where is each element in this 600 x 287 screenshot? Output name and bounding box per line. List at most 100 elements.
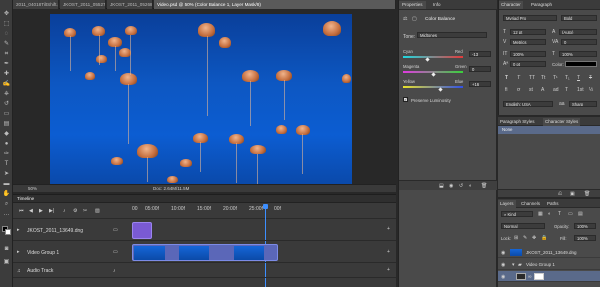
visibility-eye-icon[interactable]: ◉: [501, 274, 505, 280]
doc-tab[interactable]: JKOST_2011_05268.psd: [107, 0, 153, 9]
old-style-icon[interactable]: ơ: [517, 87, 520, 93]
lock-position-icon[interactable]: ✥: [532, 235, 536, 241]
type-tool-icon[interactable]: T: [2, 160, 11, 168]
all-caps-icon[interactable]: TT: [529, 75, 535, 81]
tracking-select[interactable]: 0: [561, 39, 597, 45]
font-size-select[interactable]: 12 pt: [510, 29, 546, 35]
layer-row[interactable]: ◉ JKOST_2011_13649.dng: [498, 247, 600, 258]
faux-bold-icon[interactable]: T: [505, 75, 508, 81]
layer-name[interactable]: Video Group 1: [526, 259, 555, 270]
lock-brush-icon[interactable]: ✎: [523, 235, 527, 241]
zoom-tool-icon[interactable]: ⌕: [2, 200, 11, 208]
doc-tab[interactable]: 2011_04018TiltShift.psd: [13, 0, 59, 9]
track-label[interactable]: Audio Track: [27, 268, 53, 274]
blend-mode-select[interactable]: Normal: [501, 223, 545, 229]
tab-character-styles[interactable]: Character Styles: [543, 118, 581, 126]
video-clip[interactable]: [132, 244, 278, 261]
layer-name[interactable]: JKOST_2011_13649.dng: [526, 247, 576, 258]
zoom-level[interactable]: 50%: [28, 185, 37, 193]
track-label[interactable]: Video Group 1: [27, 250, 59, 256]
hand-tool-icon[interactable]: ✋: [2, 190, 11, 198]
add-audio-icon[interactable]: +: [387, 267, 390, 273]
ordinals-icon[interactable]: T: [565, 87, 568, 93]
time-ruler[interactable]: 00 05:00f 10:00f 15:00f 20:00f 25:00f 00…: [131, 204, 396, 287]
doc-tab[interactable]: JKOST_2011_05527iris.psd: [60, 0, 106, 9]
settings-icon[interactable]: ⚙: [73, 208, 77, 214]
small-caps-icon[interactable]: Tt: [541, 75, 545, 81]
film-icon[interactable]: ▭: [113, 249, 118, 255]
quick-select-tool-icon[interactable]: ✎: [2, 40, 11, 48]
filter-type-icon[interactable]: T: [558, 211, 561, 217]
quick-mask-icon[interactable]: ◙: [2, 245, 11, 253]
canvas-area[interactable]: [13, 9, 396, 187]
transition-icon[interactable]: ▨: [95, 208, 100, 214]
stamp-tool-icon[interactable]: ⎈: [2, 90, 11, 98]
audio-icon[interactable]: ♪: [63, 208, 66, 214]
layer-filter-select[interactable]: ⌕ Kind: [501, 211, 533, 217]
language-select[interactable]: English: USA: [503, 101, 553, 107]
vertical-scale-input[interactable]: 100%: [510, 51, 546, 57]
history-brush-icon[interactable]: ↺: [2, 100, 11, 108]
blur-tool-icon[interactable]: ◆: [2, 130, 11, 138]
film-icon[interactable]: ▭: [113, 227, 118, 233]
reset-icon[interactable]: ↺: [459, 183, 463, 189]
horizontal-scale-input[interactable]: 100%: [559, 51, 597, 57]
tab-channels[interactable]: Channels: [519, 200, 542, 208]
pen-tool-icon[interactable]: ✑: [2, 150, 11, 158]
layer-row[interactable]: ◉ ▾ ▰ Video Group 1: [498, 259, 600, 270]
tab-paths[interactable]: Paths: [545, 200, 561, 208]
faux-italic-icon[interactable]: T: [517, 75, 520, 81]
eyedropper-tool-icon[interactable]: ✒: [2, 60, 11, 68]
font-style-select[interactable]: Bold: [561, 15, 597, 21]
new-style-icon[interactable]: ▣: [570, 191, 575, 197]
cyan-red-value[interactable]: -13: [469, 51, 491, 57]
tab-character[interactable]: Character: [499, 1, 523, 9]
swash-icon[interactable]: st: [529, 87, 533, 93]
kerning-select[interactable]: Metrics: [510, 39, 546, 45]
clear-override-icon[interactable]: ⎌: [558, 191, 562, 197]
text-color-swatch[interactable]: [565, 61, 597, 67]
eraser-tool-icon[interactable]: ▭: [2, 110, 11, 118]
yellow-blue-value[interactable]: +16: [469, 81, 491, 87]
shape-tool-icon[interactable]: ▬: [2, 180, 11, 188]
lock-pixels-icon[interactable]: ⊞: [514, 235, 518, 241]
mask-icon[interactable]: ▢: [412, 16, 417, 22]
healing-tool-icon[interactable]: ✚: [2, 70, 11, 78]
tone-select[interactable]: Midtones: [417, 32, 487, 38]
cyan-red-slider[interactable]: [403, 56, 463, 58]
fractions-icon[interactable]: ½: [589, 87, 593, 93]
trash-icon[interactable]: 🗑: [584, 191, 590, 197]
dodge-tool-icon[interactable]: ●: [2, 140, 11, 148]
more-tools-icon[interactable]: …: [2, 210, 11, 218]
layer-mask-thumbnail[interactable]: [534, 273, 544, 280]
superscript-icon[interactable]: T¹: [553, 75, 558, 81]
tab-paragraph[interactable]: Paragraph: [529, 1, 554, 9]
visibility-icon[interactable]: ◉: [449, 183, 453, 189]
style-list-item[interactable]: None: [498, 126, 600, 134]
subscript-icon[interactable]: T₁: [565, 75, 570, 81]
strikethrough-icon[interactable]: T: [589, 75, 592, 81]
timeline-title[interactable]: Timeline: [17, 196, 34, 201]
jellyfish-video-frame[interactable]: [50, 14, 352, 187]
tab-paragraph-styles[interactable]: Paragraph Styles: [498, 118, 537, 126]
alternates-icon[interactable]: A: [541, 87, 544, 93]
still-clip[interactable]: [132, 222, 152, 239]
lock-all-icon[interactable]: 🔒: [541, 235, 547, 241]
mute-icon[interactable]: ♪: [113, 268, 116, 274]
slider-thumb[interactable]: [430, 72, 436, 77]
font-family-select[interactable]: Myriad Pro: [503, 15, 557, 21]
split-icon[interactable]: ✂: [83, 208, 87, 214]
background-color-swatch[interactable]: [5, 229, 11, 235]
crop-tool-icon[interactable]: ⌗: [2, 50, 11, 58]
add-media-icon[interactable]: +: [387, 249, 390, 255]
opacity-input[interactable]: 100%: [574, 223, 596, 229]
filter-shape-icon[interactable]: ▭: [568, 211, 573, 217]
preserve-luminosity-checkbox[interactable]: ✓: [403, 97, 408, 102]
visibility-eye-icon[interactable]: ◉: [501, 262, 505, 268]
tab-properties[interactable]: Properties: [399, 1, 426, 9]
trash-icon[interactable]: 🗑: [481, 183, 487, 189]
tab-layers[interactable]: Layers: [498, 200, 516, 208]
toggle-icon[interactable]: ◐: [469, 183, 472, 189]
next-frame-icon[interactable]: ▶|: [49, 208, 54, 214]
slider-thumb[interactable]: [424, 57, 430, 62]
